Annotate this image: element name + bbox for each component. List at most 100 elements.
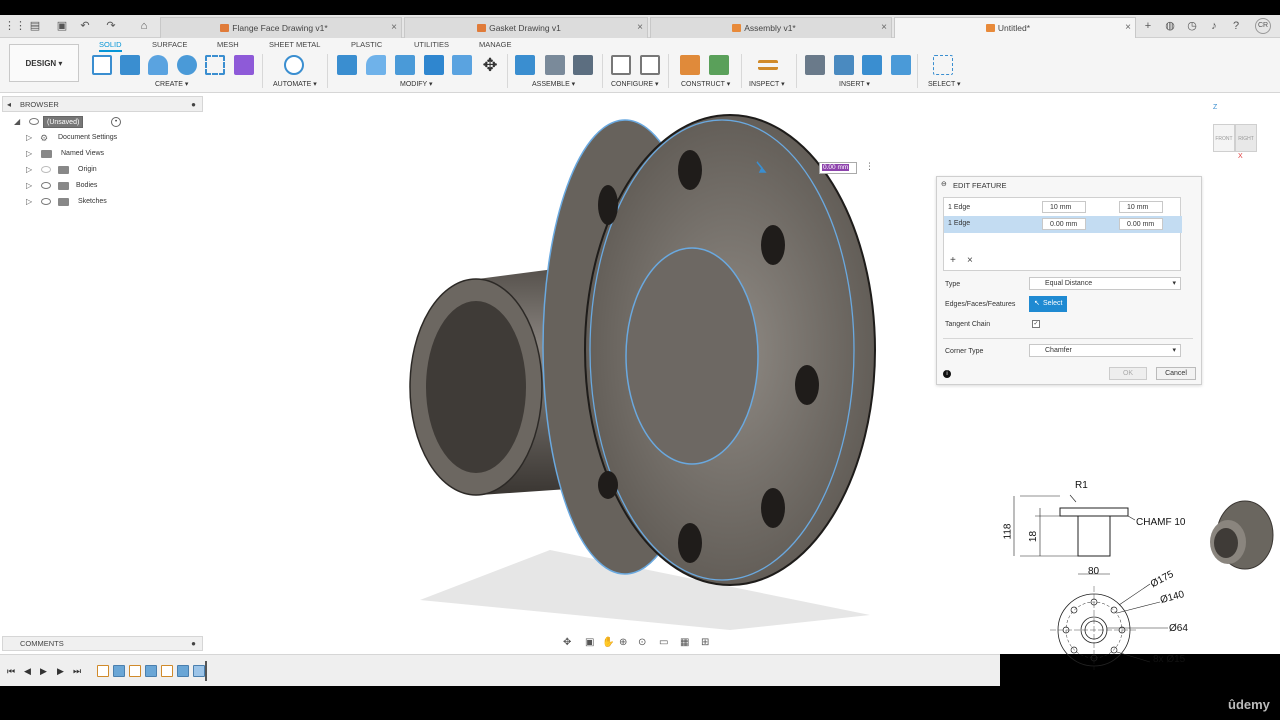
pan-hand-icon[interactable]: ✋: [602, 637, 614, 648]
step-forward-icon[interactable]: ▶: [57, 666, 64, 677]
tab-flange-face-drawing[interactable]: Flange Face Drawing v1* ×: [160, 17, 402, 38]
press-pull-icon[interactable]: [337, 55, 357, 75]
close-icon[interactable]: ×: [881, 18, 887, 38]
measure-icon[interactable]: [758, 60, 778, 70]
distance-1-input[interactable]: 0.00 mm: [1042, 218, 1086, 230]
ribbon-tab-sheet-metal[interactable]: SHEET METAL: [269, 40, 320, 49]
table-row-selected[interactable]: 1 Edge 0.00 mm 0.00 mm: [944, 216, 1182, 233]
comments-panel-header[interactable]: COMMENTS ●: [2, 636, 203, 651]
expand-arrow-icon[interactable]: ▷: [26, 133, 34, 143]
selected-edge-inner[interactable]: [625, 247, 759, 465]
corner-type-dropdown[interactable]: Chamfer ▾: [1029, 344, 1181, 357]
canvas-icon[interactable]: [891, 55, 911, 75]
orbit-icon[interactable]: ✥: [563, 637, 571, 648]
home-icon[interactable]: ⌂: [137, 19, 151, 33]
timeline-sketch-feature[interactable]: [161, 665, 173, 677]
viewcube-front-face[interactable]: FRONT: [1213, 124, 1235, 152]
chamfer-icon[interactable]: [395, 55, 415, 75]
ribbon-tab-manage[interactable]: MANAGE: [479, 40, 512, 49]
activate-radio-icon[interactable]: •: [111, 117, 121, 127]
move-copy-icon[interactable]: ✥: [480, 55, 500, 75]
go-to-end-icon[interactable]: ⏭: [73, 666, 81, 677]
timeline-hole-feature[interactable]: [145, 665, 157, 677]
distance-1-input[interactable]: 10 mm: [1042, 201, 1086, 213]
browser-panel-header[interactable]: BROWSER ◂ ●: [2, 96, 203, 112]
visibility-eye-icon[interactable]: [41, 198, 51, 205]
create-group-label[interactable]: CREATE ▾: [155, 80, 188, 88]
more-options-icon[interactable]: ⋮: [865, 161, 874, 172]
grid-settings-icon[interactable]: ▦: [680, 637, 689, 648]
select-icon[interactable]: [933, 55, 953, 75]
create-form-icon[interactable]: [234, 55, 254, 75]
ribbon-tab-utilities[interactable]: UTILITIES: [414, 40, 449, 49]
hole-icon[interactable]: [177, 55, 197, 75]
modify-group-label[interactable]: MODIFY ▾: [400, 80, 433, 88]
construct-group-label[interactable]: CONSTRUCT ▾: [681, 80, 730, 88]
browser-item-sketches[interactable]: ▷ Sketches: [12, 195, 202, 209]
go-to-start-icon[interactable]: ⏮: [7, 666, 15, 677]
expand-arrow-icon[interactable]: ▷: [26, 149, 34, 159]
expand-arrow-icon[interactable]: ▷: [26, 181, 34, 191]
tab-untitled[interactable]: Untitled* ×: [894, 17, 1136, 38]
type-dropdown[interactable]: Equal Distance ▾: [1029, 277, 1181, 290]
parameters-icon[interactable]: [611, 55, 631, 75]
inspect-group-label[interactable]: INSPECT ▾: [749, 80, 785, 88]
expand-arrow-icon[interactable]: ▷: [26, 165, 34, 175]
viewcube-right-face[interactable]: RIGHT: [1235, 124, 1257, 152]
extensions-icon[interactable]: ◍: [1163, 19, 1177, 33]
browser-item-bodies[interactable]: ▷ Bodies: [12, 179, 202, 193]
viewports-icon[interactable]: ⊞: [701, 637, 709, 648]
assemble-group-label[interactable]: ASSEMBLE ▾: [532, 80, 575, 88]
timeline-pattern-feature[interactable]: [177, 665, 189, 677]
save-icon[interactable]: ▣: [55, 19, 69, 33]
step-back-icon[interactable]: ◀: [24, 666, 31, 677]
ok-button[interactable]: OK: [1109, 367, 1147, 380]
redo-icon[interactable]: ↷: [104, 19, 118, 33]
add-row-icon[interactable]: +: [950, 255, 956, 266]
ribbon-tab-solid[interactable]: SOLID: [99, 40, 122, 52]
offset-plane-icon[interactable]: [680, 55, 700, 75]
visibility-eye-icon[interactable]: [29, 118, 39, 125]
tab-gasket-drawing[interactable]: Gasket Drawing v1 ×: [404, 17, 648, 38]
browser-item-origin[interactable]: ▷ Origin: [12, 163, 202, 177]
workspace-switcher-button[interactable]: DESIGN ▾: [9, 44, 79, 82]
timeline-revolve-feature[interactable]: [113, 665, 125, 677]
zoom-icon[interactable]: ⊕: [619, 637, 627, 648]
display-settings-icon[interactable]: ▭: [659, 637, 668, 648]
select-edges-button[interactable]: ↖ Select: [1029, 296, 1067, 312]
close-icon[interactable]: ×: [1125, 18, 1131, 38]
expand-arrow-icon[interactable]: ▷: [26, 197, 34, 207]
file-menu-icon[interactable]: ▤: [28, 19, 42, 33]
select-group-label[interactable]: SELECT ▾: [928, 80, 961, 88]
apps-grid-icon[interactable]: ⋮⋮: [4, 19, 26, 33]
as-built-joint-icon[interactable]: [573, 55, 593, 75]
configure-table-icon[interactable]: [640, 55, 660, 75]
distance-2-input[interactable]: 10 mm: [1119, 201, 1163, 213]
ribbon-tab-mesh[interactable]: MESH: [217, 40, 239, 49]
timeline-sketch-feature[interactable]: [97, 665, 109, 677]
timeline-marker[interactable]: [205, 661, 207, 681]
look-at-icon[interactable]: ▣: [585, 637, 594, 648]
play-icon[interactable]: ▶: [40, 666, 47, 677]
extrude-icon[interactable]: [120, 55, 140, 75]
browser-root-node[interactable]: ◢ (Unsaved) •: [12, 115, 202, 129]
collapse-arrow-icon[interactable]: ◂: [7, 97, 11, 112]
browser-item-named-views[interactable]: ▷ Named Views: [12, 147, 202, 161]
info-icon[interactable]: i: [943, 370, 951, 378]
collapse-dialog-icon[interactable]: ⊖: [941, 180, 947, 188]
automate-group-label[interactable]: AUTOMATE ▾: [273, 80, 317, 88]
pin-icon[interactable]: ●: [191, 97, 196, 112]
new-component-icon[interactable]: [515, 55, 535, 75]
job-status-icon[interactable]: ◷: [1185, 19, 1199, 33]
configure-group-label[interactable]: CONFIGURE ▾: [611, 80, 658, 88]
close-icon[interactable]: ×: [391, 18, 397, 38]
collapse-icon[interactable]: ◢: [14, 117, 22, 127]
user-avatar[interactable]: CR: [1255, 18, 1271, 34]
revolve-icon[interactable]: [148, 55, 168, 75]
add-comment-icon[interactable]: ●: [191, 637, 196, 651]
combine-icon[interactable]: [452, 55, 472, 75]
decal-icon[interactable]: [834, 55, 854, 75]
delete-row-icon[interactable]: ×: [967, 255, 973, 266]
tab-assembly[interactable]: Assembly v1* ×: [650, 17, 892, 38]
flange-3d-model[interactable]: [400, 110, 890, 630]
